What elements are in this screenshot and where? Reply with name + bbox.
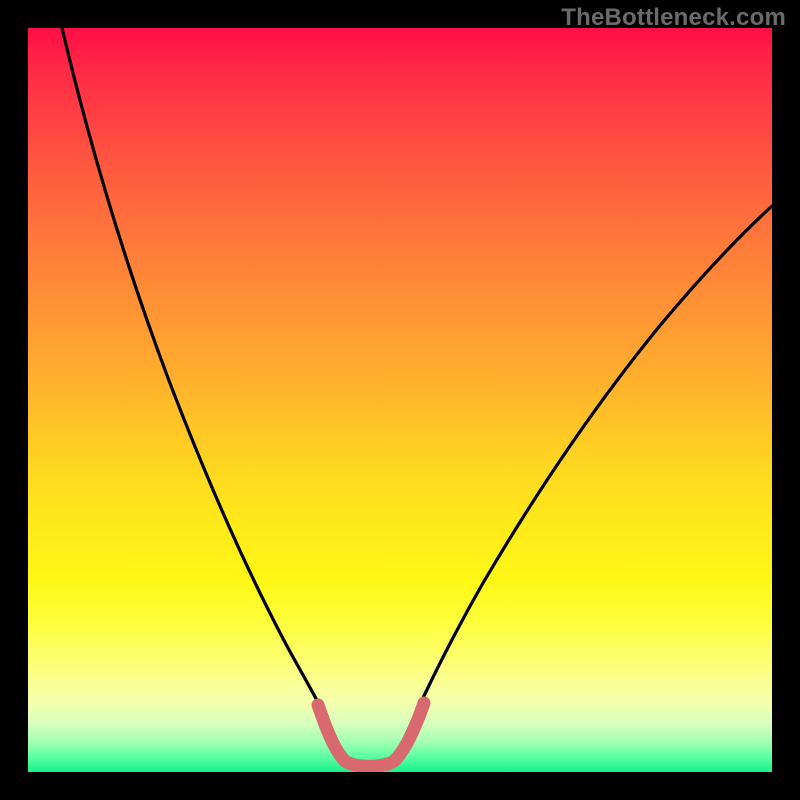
floor-highlight <box>318 703 424 766</box>
plot-area <box>28 28 772 772</box>
right-curve <box>400 206 772 748</box>
left-curve <box>62 28 340 748</box>
curve-overlay <box>28 28 772 772</box>
watermark-text: TheBottleneck.com <box>561 4 786 32</box>
chart-frame: TheBottleneck.com <box>0 0 800 800</box>
